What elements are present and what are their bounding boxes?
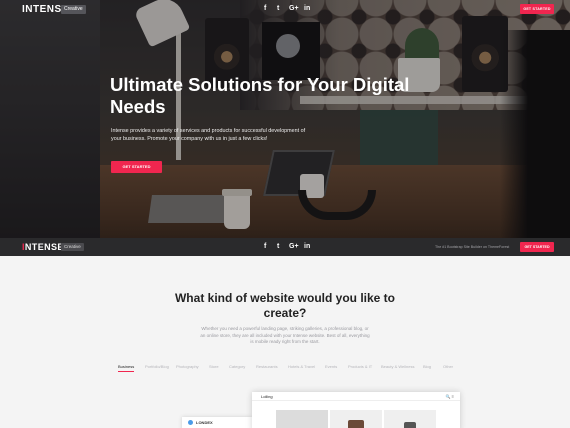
get-started-button-sticky[interactable]: GET STARTED [520, 242, 554, 252]
hero-section: INTENSE Creative f t G+ in GET STARTED U… [0, 0, 570, 256]
tab-hotels-travel[interactable]: Hotels & Travel [288, 364, 315, 369]
get-started-button-top[interactable]: GET STARTED [520, 4, 554, 14]
hero-subtitle: Intense provides a variety of services a… [111, 128, 306, 142]
sticky-facebook-icon[interactable]: f [264, 243, 266, 250]
preview-logo: LONDEX [196, 420, 213, 425]
tab-category[interactable]: Category [229, 364, 245, 369]
hero-title: Ultimate Solutions for Your Digital Need… [110, 74, 410, 117]
top-navbar: INTENSE Creative f t G+ in GET STARTED [0, 0, 570, 18]
tab-events[interactable]: Events [325, 364, 337, 369]
tab-store[interactable]: Store [209, 364, 219, 369]
logo-tag: Creative [61, 5, 86, 14]
google-plus-icon[interactable]: G+ [289, 5, 299, 12]
hero-get-started-button[interactable]: GET STARTED [111, 161, 162, 173]
facebook-icon[interactable]: f [264, 5, 266, 12]
sticky-logo[interactable]: INTENSE [22, 242, 64, 252]
tab-portfolio-blog[interactable]: Portfolio/Blog [145, 364, 169, 369]
tab-other[interactable]: Other [443, 364, 453, 369]
linkedin-icon[interactable]: in [304, 5, 310, 12]
template-preview-card-front[interactable]: Lolling 🔍 ≡ [252, 392, 460, 428]
template-preview-card-back[interactable]: LONDEX [182, 417, 252, 428]
preview-gallery-image [276, 410, 328, 428]
preview-logo-icon [188, 420, 193, 425]
tab-restaurants[interactable]: Restaurants [256, 364, 278, 369]
preview-search-menu-icon: 🔍 ≡ [445, 394, 454, 399]
preview-gallery-image [330, 410, 382, 428]
tab-business[interactable]: Business [118, 364, 135, 372]
tab-photography[interactable]: Photography [176, 364, 199, 369]
section-description: Whether you need a powerful landing page… [200, 326, 370, 344]
sticky-logo-rest: NTENSE [24, 242, 64, 252]
preview-gallery-image [384, 410, 436, 428]
sticky-twitter-icon[interactable]: t [277, 243, 279, 250]
sticky-tagline: The #1 Bootstrap Site Builder on ThemeFo… [435, 245, 510, 249]
twitter-icon[interactable]: t [277, 5, 279, 12]
sticky-google-plus-icon[interactable]: G+ [289, 243, 299, 250]
sticky-logo-tag: Creative [61, 243, 84, 251]
tab-blog[interactable]: Blog [423, 364, 431, 369]
sticky-navbar: INTENSE Creative f t G+ in The #1 Bootst… [0, 238, 570, 256]
preview-header: Lolling 🔍 ≡ [252, 392, 460, 401]
tab-beauty-wellness[interactable]: Beauty & Wellness [381, 364, 415, 369]
tab-products-it[interactable]: Products & IT [348, 364, 372, 369]
sticky-linkedin-icon[interactable]: in [304, 243, 310, 250]
preview-front-logo: Lolling [261, 394, 273, 399]
category-tabs: Business Portfolio/Blog Photography Stor… [118, 364, 458, 376]
section-title: What kind of website would you like to c… [174, 291, 395, 320]
